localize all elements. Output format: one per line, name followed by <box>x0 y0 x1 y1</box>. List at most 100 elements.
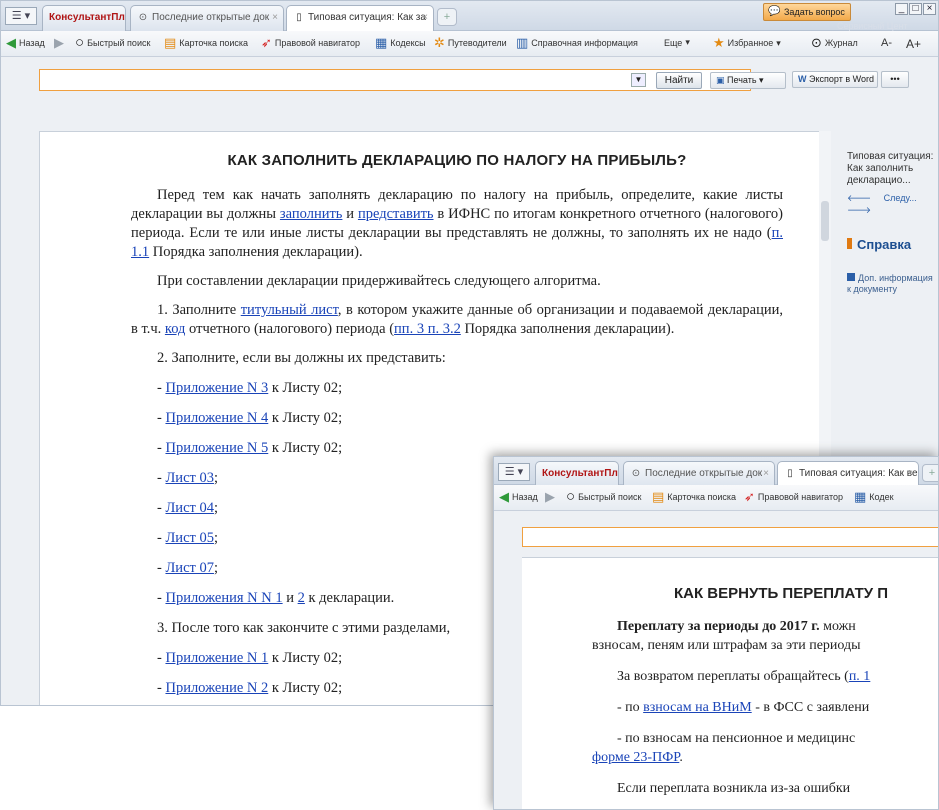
new-tab-button[interactable]: + <box>437 8 457 26</box>
font-minus-label: A- <box>881 37 892 49</box>
list-link[interactable]: Приложения N N 1 <box>165 590 282 606</box>
info-icon <box>847 273 855 281</box>
quick-search-button[interactable]: ○ Быстрый поиск <box>75 34 151 51</box>
paragraph: - по взносам на пенсионное и медицинс <box>617 731 856 746</box>
legal-navigator-button[interactable]: ➶ Правовой навигатор <box>261 36 360 49</box>
search-card-button[interactable]: ▤ Карточка поиска <box>652 490 737 503</box>
search-input[interactable]: ▼ Найти ▣ Печать ▾ <box>39 69 786 91</box>
ask-question-button[interactable]: 💬 Задать вопрос <box>763 3 851 21</box>
paragraph: 1. Заполните титульный лист, в котором у… <box>131 302 783 337</box>
search-icon: ○ <box>75 34 85 51</box>
main-menu-button[interactable]: ☰ ▾ <box>498 463 530 481</box>
favorites-button[interactable]: ★ Избранное ▾ <box>713 36 781 49</box>
document-view[interactable]: КАК ВЕРНУТЬ ПЕРЕПЛАТУ П Переплату за пер… <box>522 557 938 809</box>
document-text: КАК ВЕРНУТЬ ПЕРЕПЛАТУ П Переплату за пер… <box>522 558 938 798</box>
journal-button[interactable]: ⊙ Журнал <box>811 36 858 49</box>
quick-search-button[interactable]: ○ Быстрый поиск <box>566 488 642 505</box>
link-present[interactable]: представить <box>358 206 434 222</box>
more-options-button[interactable]: ••• <box>881 71 909 88</box>
codes-button[interactable]: ▦ Кодексы <box>375 36 426 49</box>
font-increase-button[interactable]: A+ <box>906 37 921 51</box>
list-link[interactable]: Приложение N 4 <box>165 410 268 426</box>
arrow-right-icon[interactable]: 🡒 <box>847 205 871 215</box>
scroll-thumb[interactable] <box>821 201 829 241</box>
list-link[interactable]: Приложение N 2 <box>165 680 268 696</box>
list-link[interactable]: Лист 05 <box>165 530 214 546</box>
tab-home[interactable]: КонсультантПлюс <box>42 5 126 31</box>
search-card-label: Карточка поиска <box>667 492 737 502</box>
search-card-icon: ▤ <box>164 35 177 50</box>
back-button[interactable]: ◀ Назад <box>6 36 45 49</box>
print-button[interactable]: ▣ Печать ▾ <box>710 72 786 89</box>
close-window-button[interactable]: × <box>923 3 936 15</box>
legal-navigator-button[interactable]: ➶ Правовой навигатор <box>744 490 843 503</box>
document-icon: ▯ <box>787 468 793 479</box>
minimize-button[interactable]: _ <box>895 3 908 15</box>
list-link[interactable]: Приложение N 1 <box>165 650 268 666</box>
close-icon[interactable]: × <box>763 468 769 479</box>
document-title: КАК ЗАПОЛНИТЬ ДЕКЛАРАЦИЮ ПО НАЛОГУ НА ПР… <box>227 152 687 169</box>
list-link[interactable]: Приложение N 3 <box>165 380 268 396</box>
new-tab-button[interactable]: + <box>922 464 938 482</box>
history-icon: ⊙ <box>138 12 148 23</box>
tab-recent[interactable]: ⊙ Последние открытые док × <box>130 5 284 31</box>
search-card-button[interactable]: ▤ Карточка поиска <box>164 35 249 50</box>
tab-document[interactable]: ▯ Типовая ситуация: Как за × <box>286 5 434 32</box>
close-icon[interactable]: × <box>422 12 428 23</box>
codes-label: Кодексы <box>390 38 426 48</box>
next-label[interactable]: Следу... <box>884 193 917 203</box>
paragraph: взносам, пеням или штрафам за эти период… <box>592 638 861 653</box>
tab-home[interactable]: КонсультантПлюс <box>535 461 619 487</box>
chevron-down-icon: ▾ <box>776 37 781 48</box>
maximize-button[interactable]: □ <box>909 3 922 15</box>
tab-recent[interactable]: ⊙ Последние открытые док × <box>623 461 775 487</box>
list-link[interactable]: Лист 04 <box>165 500 214 516</box>
back-button[interactable]: ◀ Назад <box>499 490 538 503</box>
list-link[interactable]: 2 <box>298 590 305 606</box>
printer-icon: ▣ <box>716 75 725 85</box>
list-link[interactable]: Лист 03 <box>165 470 214 486</box>
chevron-down-icon: ▾ <box>685 37 690 47</box>
link-form-23[interactable]: форме 23-ПФР <box>592 750 679 765</box>
list-link[interactable]: Лист 07 <box>165 560 214 576</box>
export-word-button[interactable]: W Экспорт в Word <box>792 71 878 88</box>
paragraph: 2. Заполните, если вы должны их представ… <box>157 350 446 366</box>
forward-button[interactable]: ▶ <box>545 489 555 504</box>
main-menu-button[interactable]: ☰ ▾ <box>5 7 37 25</box>
reference-info-button[interactable]: ▥ Справочная информация <box>516 36 638 49</box>
forward-arrow-icon: ▶ <box>545 489 555 504</box>
codes-button[interactable]: ▦ Кодек <box>854 490 894 503</box>
tab-document[interactable]: ▯ Типовая ситуация: Как вер × <box>777 461 919 488</box>
link-code[interactable]: код <box>165 321 186 337</box>
link-fill[interactable]: заполнить <box>280 206 343 222</box>
close-icon[interactable]: × <box>272 12 278 23</box>
find-button[interactable]: Найти <box>656 72 702 89</box>
service-center-link[interactable]: Сервисный Цент <box>837 21 908 31</box>
tab-bar: ☰ ▾ КонсультантПлюс ⊙ Последние открытые … <box>494 457 938 488</box>
close-icon[interactable]: × <box>907 468 913 479</box>
search-icon: ○ <box>566 488 576 505</box>
search-dropdown-button[interactable]: ▼ <box>631 73 646 87</box>
search-row: ▼ Найти ▣ Печать ▾ W Экспорт в Word ••• <box>1 57 938 103</box>
link-pp[interactable]: пп. 3 п. 3.2 <box>394 321 461 337</box>
link-title-sheet[interactable]: титульный лист <box>241 302 338 318</box>
quick-search-label: Быстрый поиск <box>87 38 151 48</box>
sidebar-doc-title[interactable]: Типовая ситуация: Как заполнить декларац… <box>847 151 938 187</box>
arrow-left-icon[interactable]: 🡐 <box>847 193 871 203</box>
tab-bar: ☰ ▾ КонсультантПлюс ⊙ Последние открытые … <box>1 1 938 32</box>
tab-label: КонсультантПлюс <box>49 12 125 23</box>
font-decrease-button[interactable]: A- <box>881 37 892 49</box>
help-icon <box>847 238 852 249</box>
forward-button[interactable]: ▶ <box>54 36 64 49</box>
list-item: - Приложение N 3 к Листу 02; <box>157 380 343 396</box>
link-p1[interactable]: п. 1 <box>849 669 871 684</box>
quick-search-label: Быстрый поиск <box>578 492 642 502</box>
additional-info-link[interactable]: Доп. информация к документу <box>847 273 938 295</box>
search-card-label: Карточка поиска <box>179 38 249 48</box>
more-menu-button[interactable]: Еще ▾ <box>664 37 690 48</box>
list-link[interactable]: Приложение N 5 <box>165 440 268 456</box>
link-vnim[interactable]: взносам на ВНиМ <box>643 700 752 715</box>
help-link[interactable]: Справка <box>847 238 938 251</box>
search-input[interactable] <box>522 527 938 547</box>
guides-button[interactable]: ✲ Путеводители <box>434 36 507 49</box>
